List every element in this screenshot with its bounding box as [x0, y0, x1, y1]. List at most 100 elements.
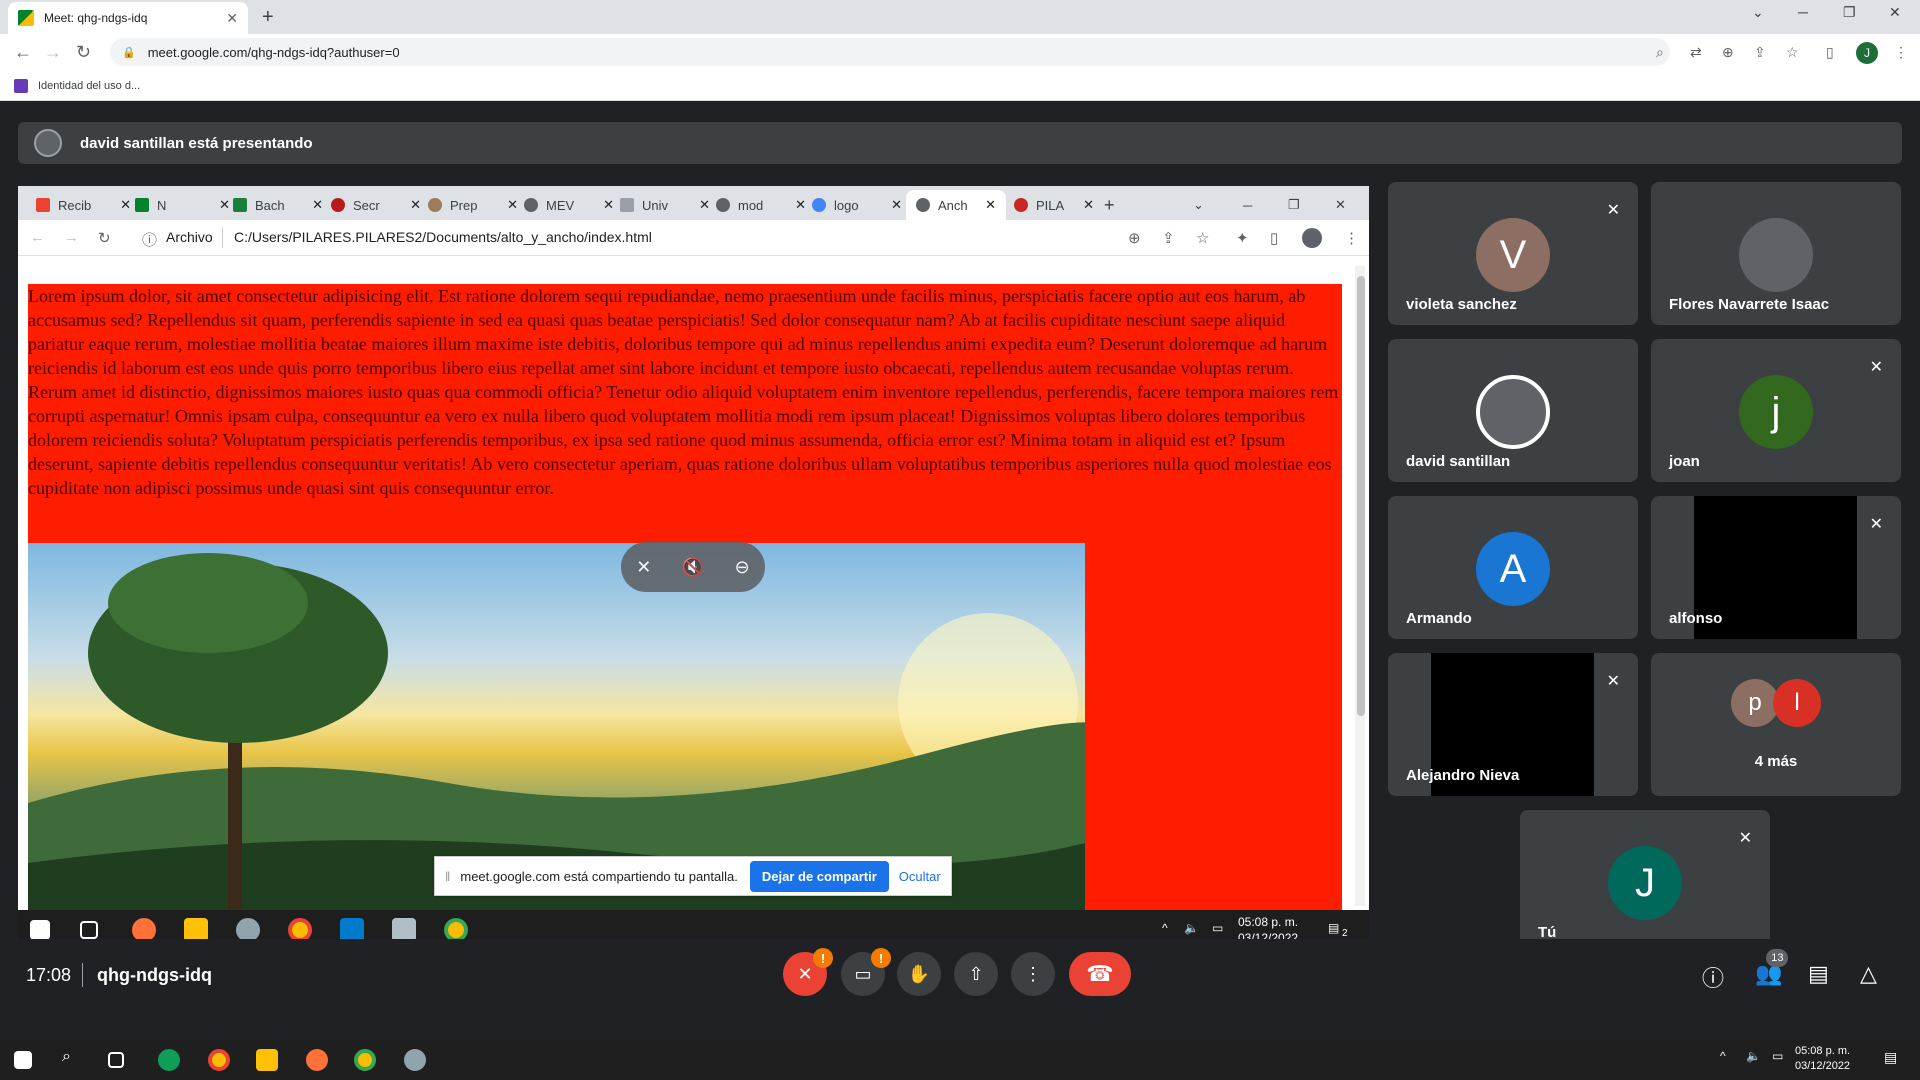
- firefox-icon[interactable]: [306, 1049, 328, 1071]
- present-button[interactable]: ⇧: [954, 952, 998, 996]
- address-bar[interactable]: 🔒 meet.google.com/qhg-ndgs-idq?authuser=…: [110, 38, 1670, 66]
- notifications-icon[interactable]: ▤: [1328, 920, 1339, 936]
- maximize-icon[interactable]: ❐: [1288, 190, 1300, 220]
- raise-hand-button[interactable]: ✋: [897, 952, 941, 996]
- back-icon[interactable]: ←: [14, 42, 32, 63]
- close-window-icon[interactable]: ✕: [1889, 4, 1901, 21]
- new-tab-button[interactable]: +: [262, 6, 274, 29]
- maximize-icon[interactable]: ❐: [1843, 4, 1856, 21]
- participant-tile[interactable]: V ✕ violeta sanchez: [1388, 182, 1638, 325]
- shared-tab-9[interactable]: logo ✕: [812, 190, 902, 220]
- bookmark-star-icon[interactable]: ☆: [1786, 44, 1799, 61]
- shared-tab-7[interactable]: Univ ✕: [620, 190, 710, 220]
- search-icon[interactable]: ⌕: [1656, 44, 1664, 61]
- shared-tab-6[interactable]: MEV ✕: [524, 190, 614, 220]
- bookmark-item[interactable]: Identidad del uso d...: [38, 80, 140, 92]
- chevron-down-icon[interactable]: ⌄: [1193, 190, 1204, 220]
- forward-icon[interactable]: →: [64, 229, 79, 246]
- pin-off-icon[interactable]: ✕: [636, 557, 651, 578]
- notifications-icon[interactable]: ▤: [1884, 1049, 1906, 1071]
- participant-tile[interactable]: A Armando: [1388, 496, 1638, 639]
- shared-tab-4[interactable]: Secr ✕: [331, 190, 421, 220]
- back-icon[interactable]: ←: [30, 229, 45, 246]
- volume-off-icon[interactable]: 🔇: [682, 557, 704, 578]
- side-panel-icon[interactable]: ▯: [1826, 44, 1834, 61]
- activities-icon[interactable]: △: [1860, 961, 1877, 987]
- speaker-icon[interactable]: 🔈: [1746, 1049, 1768, 1071]
- camera-toggle-button[interactable]: ▭ !: [841, 948, 891, 996]
- participant-tile[interactable]: j ✕ joan: [1651, 339, 1901, 482]
- remove-icon[interactable]: ⊖: [735, 557, 750, 578]
- hide-link[interactable]: Ocultar: [899, 869, 941, 884]
- zoom-icon[interactable]: ⊕: [1722, 44, 1734, 61]
- close-tab-icon[interactable]: ✕: [226, 10, 238, 27]
- close-icon[interactable]: ✕: [603, 197, 614, 213]
- scrollbar-thumb[interactable]: [1357, 276, 1365, 716]
- zoom-icon[interactable]: ⊕: [1128, 229, 1141, 247]
- people-icon[interactable]: 👥 13: [1755, 949, 1789, 987]
- profile-avatar[interactable]: J: [1856, 42, 1878, 64]
- close-icon[interactable]: ✕: [120, 197, 131, 213]
- folder-icon[interactable]: [256, 1049, 278, 1071]
- tab-meet[interactable]: Meet: qhg-ndgs-idq ✕: [8, 2, 248, 34]
- self-tile[interactable]: J ✕ Tú: [1520, 810, 1770, 953]
- shared-tab-5[interactable]: Prep ✕: [428, 190, 518, 220]
- tab-search-icon[interactable]: ⌄: [1752, 4, 1764, 21]
- chat-icon[interactable]: ▤: [1808, 961, 1829, 987]
- forward-icon[interactable]: →: [44, 42, 62, 63]
- shared-tab-2[interactable]: N ✕: [135, 190, 230, 220]
- close-icon[interactable]: ✕: [507, 197, 518, 213]
- stop-sharing-button[interactable]: Dejar de compartir: [749, 860, 889, 892]
- minimize-icon[interactable]: ─: [1243, 190, 1252, 220]
- close-icon[interactable]: ✕: [219, 197, 230, 213]
- drag-handle-icon[interactable]: ‖: [445, 869, 450, 884]
- task-view-icon[interactable]: [108, 1052, 124, 1068]
- translate-icon[interactable]: ⇄: [1690, 44, 1702, 61]
- star-icon[interactable]: ☆: [1196, 229, 1209, 247]
- close-icon[interactable]: ✕: [795, 197, 806, 213]
- shared-tab-3[interactable]: Bach ✕: [233, 190, 323, 220]
- shared-tab-10[interactable]: Anch ✕: [906, 190, 1006, 220]
- tray-chevron-icon[interactable]: ^: [1162, 920, 1168, 936]
- close-icon[interactable]: ✕: [985, 197, 996, 213]
- chrome-icon[interactable]: [208, 1049, 230, 1071]
- shared-tab-11[interactable]: PILA ✕: [1004, 190, 1094, 220]
- mic-toggle-button[interactable]: ✕ !: [783, 948, 833, 996]
- info-icon[interactable]: ⓘ: [1702, 961, 1724, 993]
- close-icon[interactable]: ✕: [410, 197, 421, 213]
- participant-tile[interactable]: Flores Navarrete Isaac: [1651, 182, 1901, 325]
- more-options-button[interactable]: ⋮: [1011, 952, 1055, 996]
- participant-tile[interactable]: ✕ Alejandro Nieva: [1388, 653, 1638, 796]
- close-icon[interactable]: ✕: [891, 197, 902, 213]
- participant-tile[interactable]: david santillan: [1388, 339, 1638, 482]
- share-icon[interactable]: ⇪: [1754, 44, 1766, 61]
- task-view-icon[interactable]: [80, 921, 98, 939]
- close-window-icon[interactable]: ✕: [1335, 190, 1346, 220]
- tray-chevron-icon[interactable]: ^: [1720, 1049, 1742, 1071]
- participant-tile[interactable]: ✕ alfonso: [1651, 496, 1901, 639]
- extensions-icon[interactable]: ✦: [1236, 229, 1249, 247]
- os-clock[interactable]: 05:08 p. m. 03/12/2022: [1795, 1044, 1850, 1074]
- close-icon[interactable]: ✕: [1083, 197, 1094, 213]
- address-path[interactable]: C:/Users/PILARES.PILARES2/Documents/alto…: [234, 229, 652, 245]
- info-icon[interactable]: ⓘ: [142, 229, 157, 250]
- profile-avatar[interactable]: [1302, 228, 1322, 248]
- windows-start-icon[interactable]: [30, 920, 50, 940]
- close-icon[interactable]: ✕: [312, 197, 323, 213]
- keyboard-icon[interactable]: ▭: [1772, 1049, 1794, 1071]
- windows-start-icon[interactable]: [14, 1051, 32, 1069]
- end-call-button[interactable]: ☎: [1069, 952, 1131, 996]
- shared-tab-1[interactable]: Recib ✕: [36, 190, 131, 220]
- share-icon[interactable]: ⇪: [1162, 229, 1175, 247]
- chrome-icon[interactable]: [354, 1049, 376, 1071]
- more-participants-tile[interactable]: p l 4 más: [1651, 653, 1901, 796]
- new-tab-icon[interactable]: +: [1104, 190, 1115, 220]
- lock-icon[interactable]: 🔒: [122, 46, 136, 59]
- side-panel-icon[interactable]: ▯: [1270, 229, 1278, 247]
- close-icon[interactable]: ✕: [699, 197, 710, 213]
- search-icon[interactable]: ⌕: [62, 1048, 84, 1070]
- speaker-icon[interactable]: 🔈: [1184, 920, 1199, 936]
- reload-icon[interactable]: ↻: [98, 229, 111, 247]
- menu-icon[interactable]: ⋮: [1344, 229, 1359, 247]
- app-icon[interactable]: [404, 1049, 426, 1071]
